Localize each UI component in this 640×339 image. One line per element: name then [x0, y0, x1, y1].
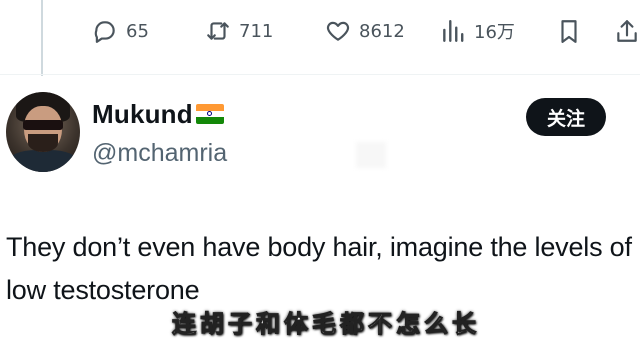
tweet-action-bar: 65 711 8612 16万 [0, 14, 640, 48]
author-name[interactable]: Mukund [92, 99, 193, 130]
blurred-artifact [356, 142, 386, 168]
bar-chart-icon [443, 20, 464, 42]
reply-button[interactable]: 65 [92, 14, 149, 48]
repost-button[interactable]: 711 [205, 14, 273, 48]
views-button[interactable]: 16万 [440, 14, 515, 48]
repost-count: 711 [239, 20, 274, 42]
video-subtitle: 连胡子和体毛都不怎么长 [172, 310, 480, 339]
avatar[interactable] [6, 92, 80, 172]
like-count: 8612 [359, 20, 405, 42]
bookmark-icon [561, 20, 577, 43]
reply-count: 65 [126, 20, 149, 42]
author-handle[interactable]: @mchamria [92, 139, 227, 168]
repost-icon [207, 22, 229, 40]
like-button[interactable]: 8612 [325, 14, 405, 48]
heart-icon [326, 21, 350, 41]
divider [0, 74, 640, 75]
views-count: 16万 [474, 22, 515, 43]
avatar-shoulders [8, 150, 78, 172]
share-icon [617, 20, 637, 42]
tweet-text: They don’t even have body hair, imagine … [6, 232, 632, 305]
share-button[interactable] [614, 14, 640, 48]
follow-button[interactable]: 关注 [526, 98, 606, 136]
bookmark-button[interactable] [556, 14, 590, 48]
india-flag-icon [196, 104, 224, 124]
reply-bubble-icon [94, 21, 115, 43]
avatar-beard [28, 134, 58, 152]
avatar-glasses [23, 120, 63, 130]
